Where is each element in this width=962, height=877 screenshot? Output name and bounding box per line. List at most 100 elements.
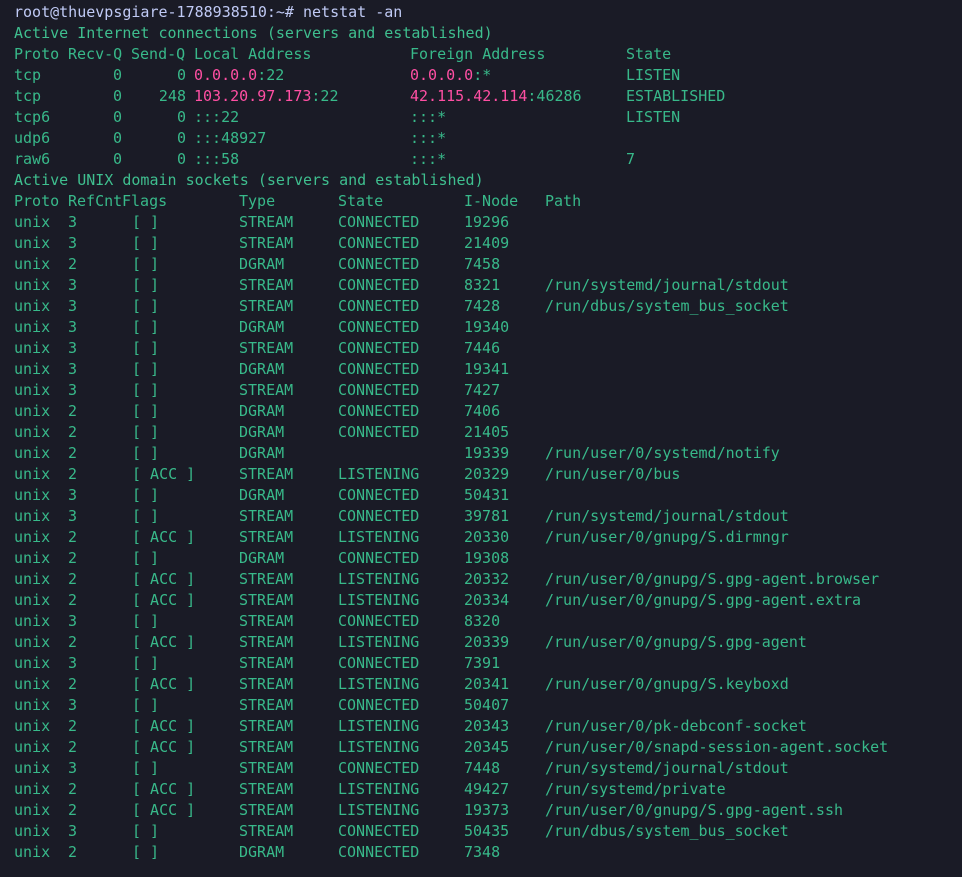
row-inode: 50435	[464, 822, 510, 840]
row-type: STREAM	[239, 465, 294, 483]
foreign-ip: 42.115.42.114	[410, 87, 528, 105]
row-state: LISTENING	[338, 717, 420, 735]
row-refcnt: 2	[68, 528, 78, 546]
row-path: /run/user/0/snapd-session-agent.socket	[545, 738, 889, 756]
row-inode: 50407	[464, 696, 510, 714]
row-type: DGRAM	[239, 444, 285, 462]
internet-row: tcp 0 248 103.20.97.173:22 42.115.42.114:462…	[14, 86, 962, 107]
row-sendq: 0	[176, 150, 186, 168]
row-flags: [ ]	[132, 696, 160, 714]
row-refcnt: 3	[68, 360, 78, 378]
row-state: CONNECTED	[338, 234, 420, 252]
row-type: STREAM	[239, 801, 294, 819]
row-flags: [ ACC ]	[132, 780, 196, 798]
row-proto: unix	[14, 318, 51, 336]
unix-row: unix 3 [ ] STREAM CONNECTED 7446	[14, 338, 962, 359]
row-state: CONNECTED	[338, 339, 420, 357]
row-recvq: 0	[112, 108, 122, 126]
row-flags: [ ]	[132, 423, 160, 441]
row-type: STREAM	[239, 675, 294, 693]
row-inode: 19308	[464, 549, 510, 567]
unix-row: unix 2 [ ACC ] STREAM LISTENING 19373/run/use…	[14, 800, 962, 821]
row-proto: unix	[14, 381, 51, 399]
row-refcnt: 2	[68, 780, 78, 798]
terminal-window[interactable]: root@thuevpsgiare-1788938510:~# netstat …	[0, 0, 962, 877]
row-flags: [ ACC ]	[132, 591, 196, 609]
internet-row: udp6 0 0:::48927:::*	[14, 128, 962, 149]
row-type: DGRAM	[239, 360, 285, 378]
unix-row: unix 3 [ ] STREAM CONNECTED 39781/run/systemd…	[14, 506, 962, 527]
local-port: :::48927	[194, 129, 267, 147]
row-path: /run/systemd/journal/stdout	[545, 507, 789, 525]
row-recvq: 0	[112, 66, 122, 84]
row-state: CONNECTED	[338, 486, 420, 504]
row-inode: 7446	[464, 339, 501, 357]
row-proto: unix	[14, 255, 51, 273]
row-proto: unix	[14, 738, 51, 756]
row-proto: unix	[14, 402, 51, 420]
row-state: CONNECTED	[338, 612, 420, 630]
unix-section-header: Active UNIX domain sockets (servers and …	[14, 171, 484, 189]
row-proto: unix	[14, 507, 51, 525]
internet-row: tcp 0 0 0.0.0.0:22 0.0.0.0:* LISTEN	[14, 65, 962, 86]
row-inode: 7427	[464, 381, 501, 399]
row-proto: tcp	[14, 66, 42, 84]
row-type: STREAM	[239, 759, 294, 777]
unix-row: unix 3 [ ] STREAM CONNECTED 50435/run/dbus/sy…	[14, 821, 962, 842]
unix-row: unix 2 [ ACC ] STREAM LISTENING 20334/run/use…	[14, 590, 962, 611]
col-path: Path	[545, 192, 582, 210]
row-type: DGRAM	[239, 486, 285, 504]
row-state: ESTABLISHED	[626, 87, 726, 105]
row-type: STREAM	[239, 570, 294, 588]
row-flags: [ ]	[132, 360, 160, 378]
row-proto: tcp	[14, 87, 42, 105]
local-port: :::22	[194, 108, 240, 126]
unix-row: unix 2 [ ACC ] STREAM LISTENING 20329/run/use…	[14, 464, 962, 485]
unix-row: unix 3 [ ] DGRAM CONNECTED 19340	[14, 317, 962, 338]
unix-row: unix 2 [ ] DGRAM 19339/run/user/0/systemd/no…	[14, 443, 962, 464]
row-proto: unix	[14, 486, 51, 504]
row-state: LISTENING	[338, 528, 420, 546]
unix-row: unix 2 [ ACC ] STREAM LISTENING 20332/run/use…	[14, 569, 962, 590]
row-proto: raw6	[14, 150, 51, 168]
row-refcnt: 3	[68, 507, 78, 525]
internet-column-headers: Proto Recv-Q Send-Q Local Address Foreig…	[14, 44, 962, 65]
row-flags: [ ACC ]	[132, 675, 196, 693]
row-state: CONNECTED	[338, 297, 420, 315]
row-path: /run/systemd/journal/stdout	[545, 276, 789, 294]
row-local-address: :::22	[194, 107, 239, 128]
row-flags: [ ]	[132, 381, 160, 399]
row-refcnt: 2	[68, 549, 78, 567]
row-state: CONNECTED	[338, 402, 420, 420]
row-inode: 21405	[464, 423, 510, 441]
row-flags: [ ]	[132, 339, 160, 357]
row-state: CONNECTED	[338, 822, 420, 840]
row-flags: [ ]	[132, 759, 160, 777]
unix-row: unix 2 [ ] DGRAM CONNECTED 21405	[14, 422, 962, 443]
row-flags: [ ACC ]	[132, 801, 196, 819]
row-proto: unix	[14, 822, 51, 840]
row-flags: [ ]	[132, 612, 160, 630]
row-refcnt: 3	[68, 381, 78, 399]
row-state: CONNECTED	[338, 696, 420, 714]
row-inode: 19341	[464, 360, 510, 378]
row-state: CONNECTED	[338, 507, 420, 525]
col-refcnt: RefCnt	[68, 192, 123, 210]
command-prompt-line: root@thuevpsgiare-1788938510:~# netstat …	[14, 3, 403, 21]
row-path: /run/user/0/gnupg/S.gpg-agent.ssh	[545, 801, 844, 819]
row-flags: [ ]	[132, 654, 160, 672]
unix-row: unix 3 [ ] DGRAM CONNECTED 50431	[14, 485, 962, 506]
unix-row: unix 2 [ ACC ] STREAM LISTENING 20345/run/use…	[14, 737, 962, 758]
row-refcnt: 3	[68, 612, 78, 630]
local-ip: 103.20.97.173	[194, 87, 312, 105]
row-refcnt: 2	[68, 570, 78, 588]
row-path: /run/dbus/system_bus_socket	[545, 822, 789, 840]
internet-row: tcp6 0 0:::22:::* LISTEN	[14, 107, 962, 128]
row-proto: tcp6	[14, 108, 51, 126]
unix-row: unix 3 [ ] DGRAM CONNECTED 19341	[14, 359, 962, 380]
row-state: CONNECTED	[338, 549, 420, 567]
row-type: STREAM	[239, 780, 294, 798]
row-refcnt: 2	[68, 402, 78, 420]
row-proto: unix	[14, 528, 51, 546]
row-flags: [ ]	[132, 255, 160, 273]
